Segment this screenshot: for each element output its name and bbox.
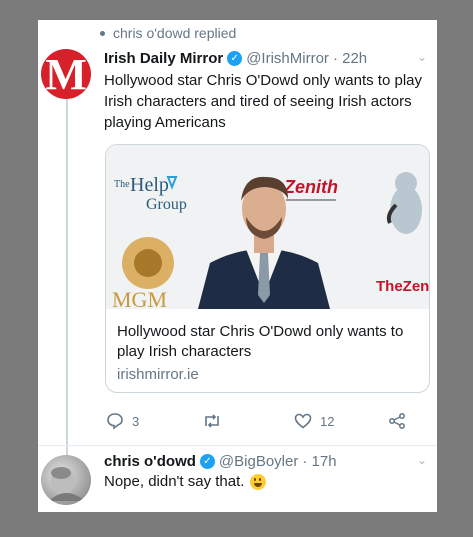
link-preview-image: The Help Group Zenith MGM TheZen — [106, 145, 429, 309]
tweet-divider — [38, 445, 437, 446]
help-group-text: Group — [146, 196, 187, 213]
reply-author-name[interactable]: chris o'dowd — [104, 453, 196, 470]
replied-label: chris o'dowd replied — [113, 25, 237, 41]
share-icon — [389, 413, 405, 429]
link-preview-card[interactable]: The Help Group Zenith MGM TheZen Hollywo… — [105, 144, 430, 393]
mirror-avatar[interactable]: M — [41, 49, 91, 99]
like-action[interactable]: 12 — [294, 412, 334, 430]
thezen-text: TheZen — [376, 278, 429, 295]
reply-icon — [107, 413, 123, 430]
link-preview-domain: irishmirror.ie — [117, 366, 199, 383]
help-the-text: The — [114, 179, 130, 190]
chevron-down-icon[interactable]: ⌄ — [417, 453, 427, 467]
chevron-down-icon[interactable]: ⌄ — [417, 50, 427, 64]
tweet-header: Irish Daily Mirror ✓ @IrishMirror · 22h — [104, 50, 367, 67]
tweet-time[interactable]: · 22h — [333, 50, 367, 67]
reply-action[interactable]: 3 — [106, 412, 139, 430]
chris-avatar-photo — [49, 467, 85, 501]
press-photo-svg: The Help Group Zenith MGM TheZen — [106, 145, 429, 309]
tweet-actions: 3 12 — [106, 412, 426, 432]
grinning-face-emoji-icon — [250, 473, 267, 490]
like-count: 12 — [320, 413, 335, 429]
mgm-text: MGM — [112, 287, 167, 309]
chris-avatar[interactable] — [41, 455, 91, 505]
reply-time[interactable]: · 17h — [302, 453, 336, 470]
thread-connector — [66, 90, 68, 464]
tweet-text: Hollywood star Chris O'Dowd only wants t… — [104, 72, 422, 131]
reply-count: 3 — [132, 413, 140, 429]
mirror-avatar-letter: M — [45, 50, 87, 99]
share-action[interactable] — [388, 412, 406, 430]
link-preview-title: Hollywood star Chris O'Dowd only wants t… — [117, 323, 404, 360]
zenith-text: Zenith — [283, 177, 338, 197]
tweet-thread-card: chris o'dowd replied M Irish Daily Mirro… — [38, 20, 437, 512]
reply-text: Nope, didn't say that. — [104, 473, 245, 490]
replied-dot-icon — [100, 30, 105, 36]
tweet-author-name[interactable]: Irish Daily Mirror — [104, 50, 223, 67]
reply-body: Nope, didn't say that. — [104, 473, 267, 490]
retweet-icon — [205, 414, 219, 428]
help-main-text: Help — [130, 174, 169, 196]
verified-icon: ✓ — [227, 51, 243, 66]
retweet-action[interactable] — [202, 412, 230, 430]
reply-author-handle[interactable]: @BigBoyler — [219, 453, 298, 470]
verified-icon: ✓ — [199, 454, 215, 469]
reply-header: chris o'dowd ✓ @BigBoyler · 17h — [104, 453, 337, 470]
replied-context: chris o'dowd replied — [100, 25, 236, 41]
tweet-author-handle[interactable]: @IrishMirror — [246, 50, 329, 67]
heart-icon — [294, 413, 312, 429]
